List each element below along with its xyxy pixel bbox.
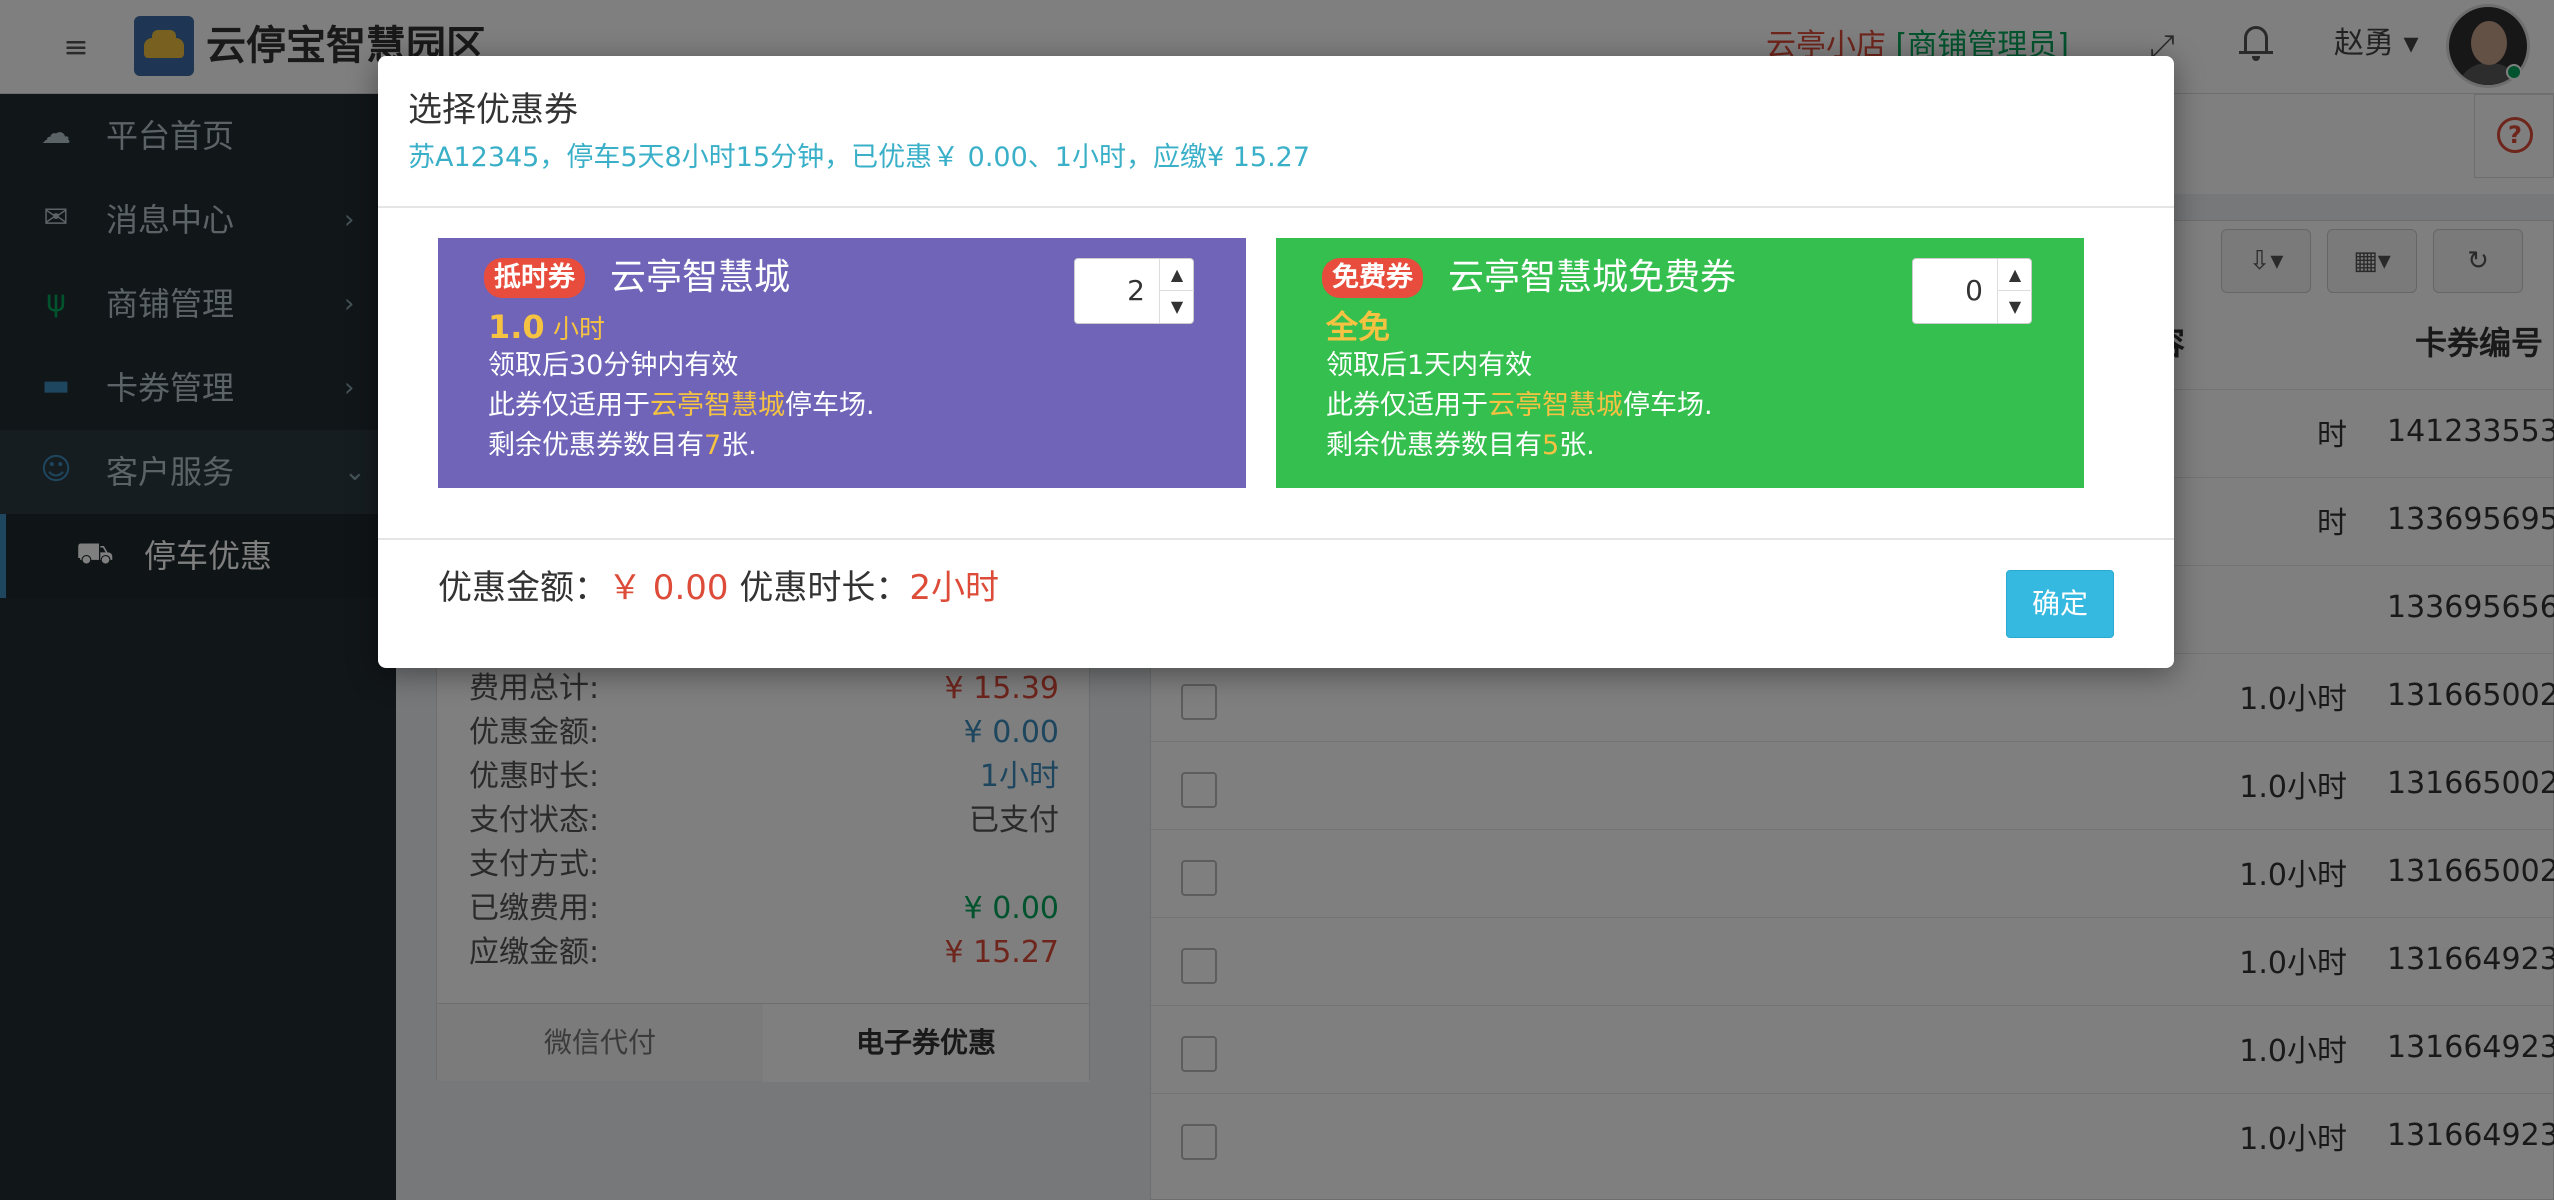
- stepper-arrows: ▲ ▼: [1159, 259, 1194, 323]
- discount-amount-value: ￥ 0.00: [608, 568, 729, 608]
- increment-icon[interactable]: ▲: [1160, 259, 1194, 291]
- coupon-scope: 此券仅适用于云亭智慧城停车场.: [488, 386, 875, 426]
- discount-summary: 优惠金额：￥ 0.00 优惠时长：2小时: [438, 562, 999, 614]
- quantity-input[interactable]: 2: [1075, 259, 1159, 323]
- coupon-amount-value: 全免: [1326, 308, 1391, 346]
- coupon-type-badge: 免费券: [1322, 258, 1423, 298]
- coupon-remaining: 剩余优惠券数目有7张.: [488, 426, 757, 466]
- coupon-type-badge: 抵时券: [484, 258, 585, 298]
- coupon-scope-place: 云亭智慧城: [650, 390, 785, 421]
- coupon-scope: 此券仅适用于云亭智慧城停车场.: [1326, 386, 1713, 426]
- modal-subtitle: 苏A12345，停车5天8小时15分钟，已优惠￥ 0.00、1小时，应缴¥ 15…: [408, 142, 1311, 173]
- coupon-card-free: 免费券 云亭智慧城免费券 全免 领取后1天内有效 此券仅适用于云亭智慧城停车场.…: [1276, 238, 2084, 488]
- coupon-remain-suffix: 张.: [721, 430, 757, 461]
- coupon-remain-suffix: 张.: [1559, 430, 1595, 461]
- increment-icon[interactable]: ▲: [1998, 259, 2032, 291]
- discount-duration-value: 2小时: [909, 568, 999, 608]
- coupon-scope-place: 云亭智慧城: [1488, 390, 1623, 421]
- coupon-name: 云亭智慧城: [610, 257, 791, 298]
- coupon-remain-count: 5: [1542, 430, 1560, 461]
- coupon-amount-value: 1.0: [488, 308, 545, 346]
- coupon-validity: 领取后30分钟内有效: [488, 350, 739, 381]
- coupon-scope-prefix: 此券仅适用于: [1326, 390, 1488, 421]
- quantity-stepper[interactable]: 2 ▲ ▼: [1074, 258, 1194, 324]
- discount-amount-label: 优惠金额：: [438, 568, 608, 608]
- coupon-card-time: 抵时券 云亭智慧城 1.0 小时 领取后30分钟内有效 此券仅适用于云亭智慧城停…: [438, 238, 1246, 488]
- divider: [378, 206, 2174, 208]
- coupon-remain-count: 7: [704, 430, 722, 461]
- divider: [378, 538, 2174, 540]
- stepper-arrows: ▲ ▼: [1997, 259, 2032, 323]
- coupon-name: 云亭智慧城免费券: [1448, 257, 1737, 298]
- coupon-scope-suffix: 停车场.: [785, 390, 875, 421]
- decrement-icon[interactable]: ▼: [1160, 291, 1194, 323]
- coupon-scope-prefix: 此券仅适用于: [488, 390, 650, 421]
- decrement-icon[interactable]: ▼: [1998, 291, 2032, 323]
- quantity-input[interactable]: 0: [1913, 259, 1997, 323]
- select-coupon-modal: 选择优惠券 苏A12345，停车5天8小时15分钟，已优惠￥ 0.00、1小时，…: [378, 56, 2174, 668]
- coupon-amount-unit: 小时: [544, 315, 605, 345]
- discount-duration-label: 优惠时长：: [739, 568, 910, 608]
- coupon-remain-prefix: 剩余优惠券数目有: [1326, 430, 1542, 461]
- modal-title: 选择优惠券: [408, 90, 578, 130]
- quantity-stepper[interactable]: 0 ▲ ▼: [1912, 258, 2032, 324]
- coupon-remain-prefix: 剩余优惠券数目有: [488, 430, 704, 461]
- coupon-validity: 领取后1天内有效: [1326, 350, 1533, 381]
- coupon-remaining: 剩余优惠券数目有5张.: [1326, 426, 1595, 466]
- confirm-button[interactable]: 确定: [2006, 570, 2114, 638]
- coupon-scope-suffix: 停车场.: [1623, 390, 1713, 421]
